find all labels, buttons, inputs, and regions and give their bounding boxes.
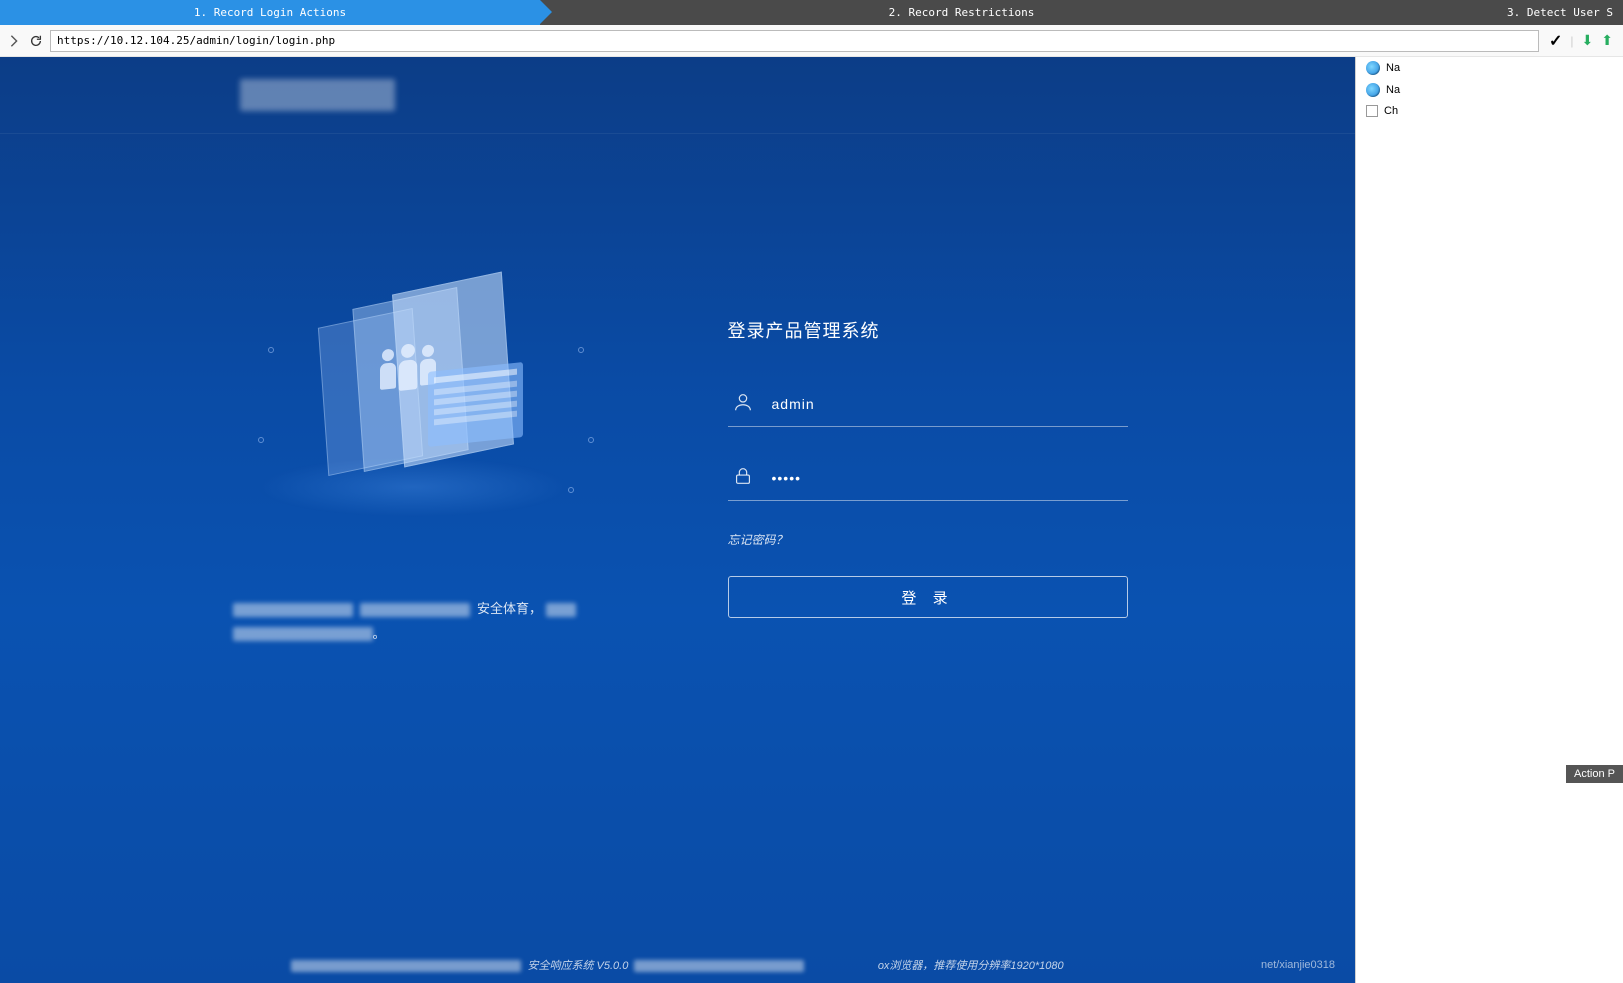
upload-arrow-icon[interactable]: ⬆: [1601, 32, 1613, 49]
panel-item-label: Na: [1386, 84, 1400, 96]
panel-item-2[interactable]: Na: [1356, 79, 1623, 101]
product-logo: [240, 79, 395, 111]
lock-icon: [732, 465, 754, 490]
tab-detect-user[interactable]: 3. Detect User S: [1383, 0, 1623, 25]
login-form: 登录产品管理系统: [728, 287, 1128, 646]
user-icon: [732, 391, 754, 416]
password-input[interactable]: [772, 470, 1124, 486]
workflow-tabs: 1. Record Login Actions 2. Record Restri…: [0, 0, 1623, 25]
username-field[interactable]: [728, 383, 1128, 427]
globe-icon: [1366, 83, 1380, 97]
forgot-password-link[interactable]: 忘记密码？: [728, 531, 1128, 548]
tab-record-login[interactable]: 1. Record Login Actions: [0, 0, 540, 25]
illustration-column: 安全体育， 。: [228, 287, 598, 646]
footer-browser-text: ox浏览器，推荐使用分辨率1920*1080: [878, 960, 1064, 972]
username-input[interactable]: [772, 396, 1124, 412]
confirm-url-icon[interactable]: ✓: [1549, 31, 1562, 51]
page-footer: 安全响应系统 V5.0.0 ox浏览器，推荐使用分辨率1920*1080: [0, 957, 1355, 973]
panel-item-1[interactable]: Na: [1356, 57, 1623, 79]
browser-viewport: 安全体育， 。 登录产品管理系统: [0, 57, 1355, 983]
checkbox-icon: [1366, 105, 1378, 117]
url-input[interactable]: [50, 30, 1539, 52]
footer-visible-text: 安全响应系统 V5.0.0: [527, 960, 628, 972]
tab-record-restrictions[interactable]: 2. Record Restrictions: [540, 0, 1383, 25]
panel-item-label: Ch: [1384, 105, 1398, 117]
action-panel-tab[interactable]: Action P: [1566, 765, 1623, 783]
nav-forward-icon[interactable]: [6, 33, 22, 49]
hero-illustration: [228, 287, 598, 537]
panel-item-3[interactable]: Ch: [1356, 101, 1623, 121]
login-page: 安全体育， 。 登录产品管理系统: [0, 57, 1355, 983]
login-button[interactable]: 登 录: [728, 576, 1128, 618]
marketing-copy: 安全体育， 。: [233, 597, 593, 646]
login-title: 登录产品管理系统: [728, 317, 1128, 343]
page-header: [0, 57, 1355, 133]
globe-icon: [1366, 61, 1380, 75]
url-actions: ✓ | ⬇ ⬆: [1545, 31, 1617, 51]
marketing-visible-text: 安全体育，: [477, 601, 542, 616]
url-bar: ✓ | ⬇ ⬆: [0, 25, 1623, 57]
panel-item-label: Na: [1386, 62, 1400, 74]
watermark: net/xianjie0318: [1261, 959, 1335, 971]
side-panel: Na Na Ch Action P: [1355, 57, 1623, 983]
download-arrow-icon[interactable]: ⬇: [1582, 32, 1594, 49]
reload-icon[interactable]: [28, 33, 44, 49]
password-field[interactable]: [728, 457, 1128, 501]
